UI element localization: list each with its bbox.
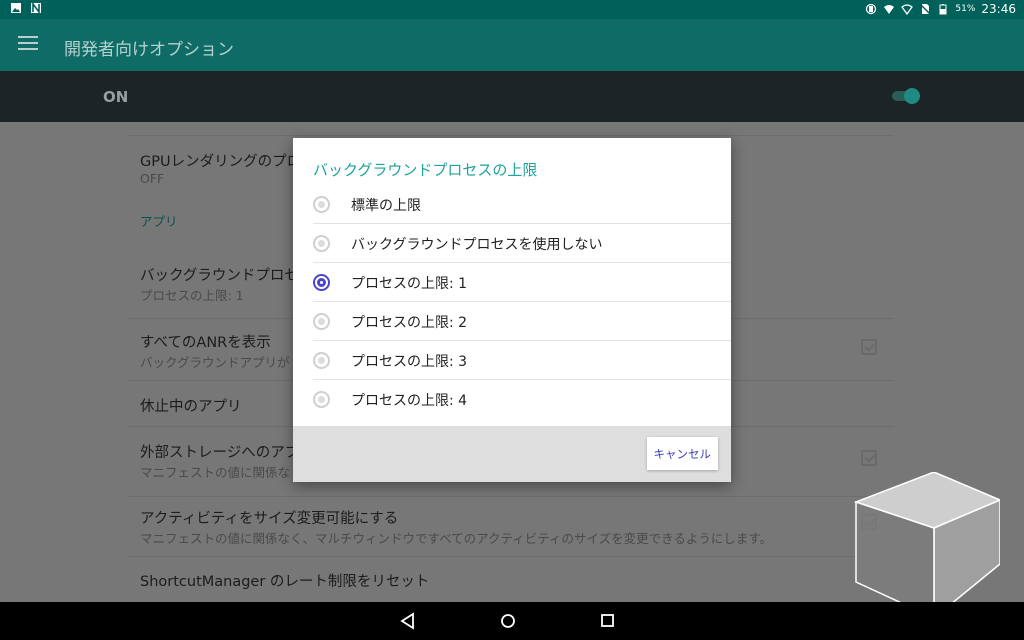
setting-title: 外部ストレージへのアプ bbox=[140, 445, 300, 461]
navigation-bar bbox=[0, 602, 1024, 640]
checkbox-show-all-anr[interactable] bbox=[861, 339, 877, 355]
setting-title: 休止中のアプリ bbox=[140, 399, 242, 415]
option-label: バックグラウンドプロセスを使用しない bbox=[351, 237, 603, 253]
battery-percent: 51% bbox=[955, 4, 976, 14]
option-limit-2[interactable]: プロセスの上限: 2 bbox=[313, 302, 731, 341]
background-process-limit-dialog: バックグラウンドプロセスの上限 標準の上限 バックグラウンドプロセスを使用しない… bbox=[293, 138, 731, 482]
page-title: 開発者向けオプション bbox=[64, 40, 234, 60]
checkbox-external-storage[interactable] bbox=[861, 450, 877, 466]
wifi-hotspot-icon bbox=[901, 4, 914, 15]
option-label: 標準の上限 bbox=[351, 198, 421, 214]
option-label: プロセスの上限: 2 bbox=[351, 315, 468, 331]
section-header-apps: アプリ bbox=[140, 214, 178, 229]
setting-summary: バックグラウンドアプリが bbox=[140, 355, 290, 370]
setting-title: ShortcutManager のレート制限をリセット bbox=[140, 574, 430, 590]
setting-summary: OFF bbox=[140, 171, 165, 186]
option-standard-limit[interactable]: 標準の上限 bbox=[313, 185, 731, 224]
cancel-button[interactable]: キャンセル bbox=[646, 437, 718, 470]
cube-watermark-logo bbox=[854, 472, 1000, 618]
option-limit-3[interactable]: プロセスの上限: 3 bbox=[313, 341, 731, 380]
setting-title: すべてのANRを表示 bbox=[140, 335, 271, 351]
master-switch-bar[interactable]: ON bbox=[0, 71, 1024, 122]
home-icon[interactable] bbox=[498, 611, 518, 631]
option-limit-4[interactable]: プロセスの上限: 4 bbox=[313, 380, 731, 419]
no-sim-icon bbox=[919, 3, 931, 15]
menu-icon[interactable] bbox=[18, 36, 38, 54]
dialog-footer: キャンセル bbox=[293, 426, 731, 482]
status-bar: 51% 23:46 bbox=[0, 0, 1024, 19]
setting-summary: プロセスの上限: 1 bbox=[140, 288, 244, 303]
clock: 23:46 bbox=[981, 2, 1016, 16]
radio-button[interactable] bbox=[313, 313, 330, 330]
radio-button-selected[interactable] bbox=[313, 274, 330, 291]
radio-button[interactable] bbox=[313, 235, 330, 252]
image-notification-icon bbox=[11, 3, 21, 13]
option-limit-1[interactable]: プロセスの上限: 1 bbox=[313, 263, 731, 302]
setting-resizable-activities[interactable]: アクティビティをサイズ変更可能にする マニフェストの値に関係なく、マルチウィンド… bbox=[128, 496, 894, 556]
n-notification-icon bbox=[31, 2, 41, 14]
app-bar: 開発者向けオプション bbox=[0, 19, 1024, 71]
setting-shortcut-manager-reset[interactable]: ShortcutManager のレート制限をリセット bbox=[128, 556, 894, 602]
battery-icon bbox=[939, 4, 947, 15]
option-label: プロセスの上限: 4 bbox=[351, 393, 468, 409]
setting-summary: マニフェストの値に関係な bbox=[140, 465, 291, 480]
radio-button[interactable] bbox=[313, 352, 330, 369]
option-label: プロセスの上限: 3 bbox=[351, 354, 468, 370]
dialog-title: バックグラウンドプロセスの上限 bbox=[313, 161, 538, 179]
wifi-icon bbox=[884, 5, 895, 14]
radio-button[interactable] bbox=[313, 391, 330, 408]
master-switch-label: ON bbox=[103, 88, 129, 106]
rotate-icon bbox=[866, 3, 877, 15]
option-label: プロセスの上限: 1 bbox=[351, 276, 468, 292]
option-no-background-processes[interactable]: バックグラウンドプロセスを使用しない bbox=[313, 224, 731, 263]
back-icon[interactable] bbox=[398, 611, 418, 631]
setting-title: アクティビティをサイズ変更可能にする bbox=[140, 511, 399, 527]
radio-button[interactable] bbox=[313, 196, 330, 213]
setting-title: バックグラウンドプロセ bbox=[140, 268, 299, 284]
recents-icon[interactable] bbox=[598, 611, 618, 631]
master-toggle-switch[interactable] bbox=[892, 88, 920, 104]
setting-title: GPUレンダリングのプロ bbox=[140, 154, 302, 170]
setting-summary: マニフェストの値に関係なく、マルチウィンドウですべてのアクティビティのサイズを変… bbox=[140, 531, 773, 546]
